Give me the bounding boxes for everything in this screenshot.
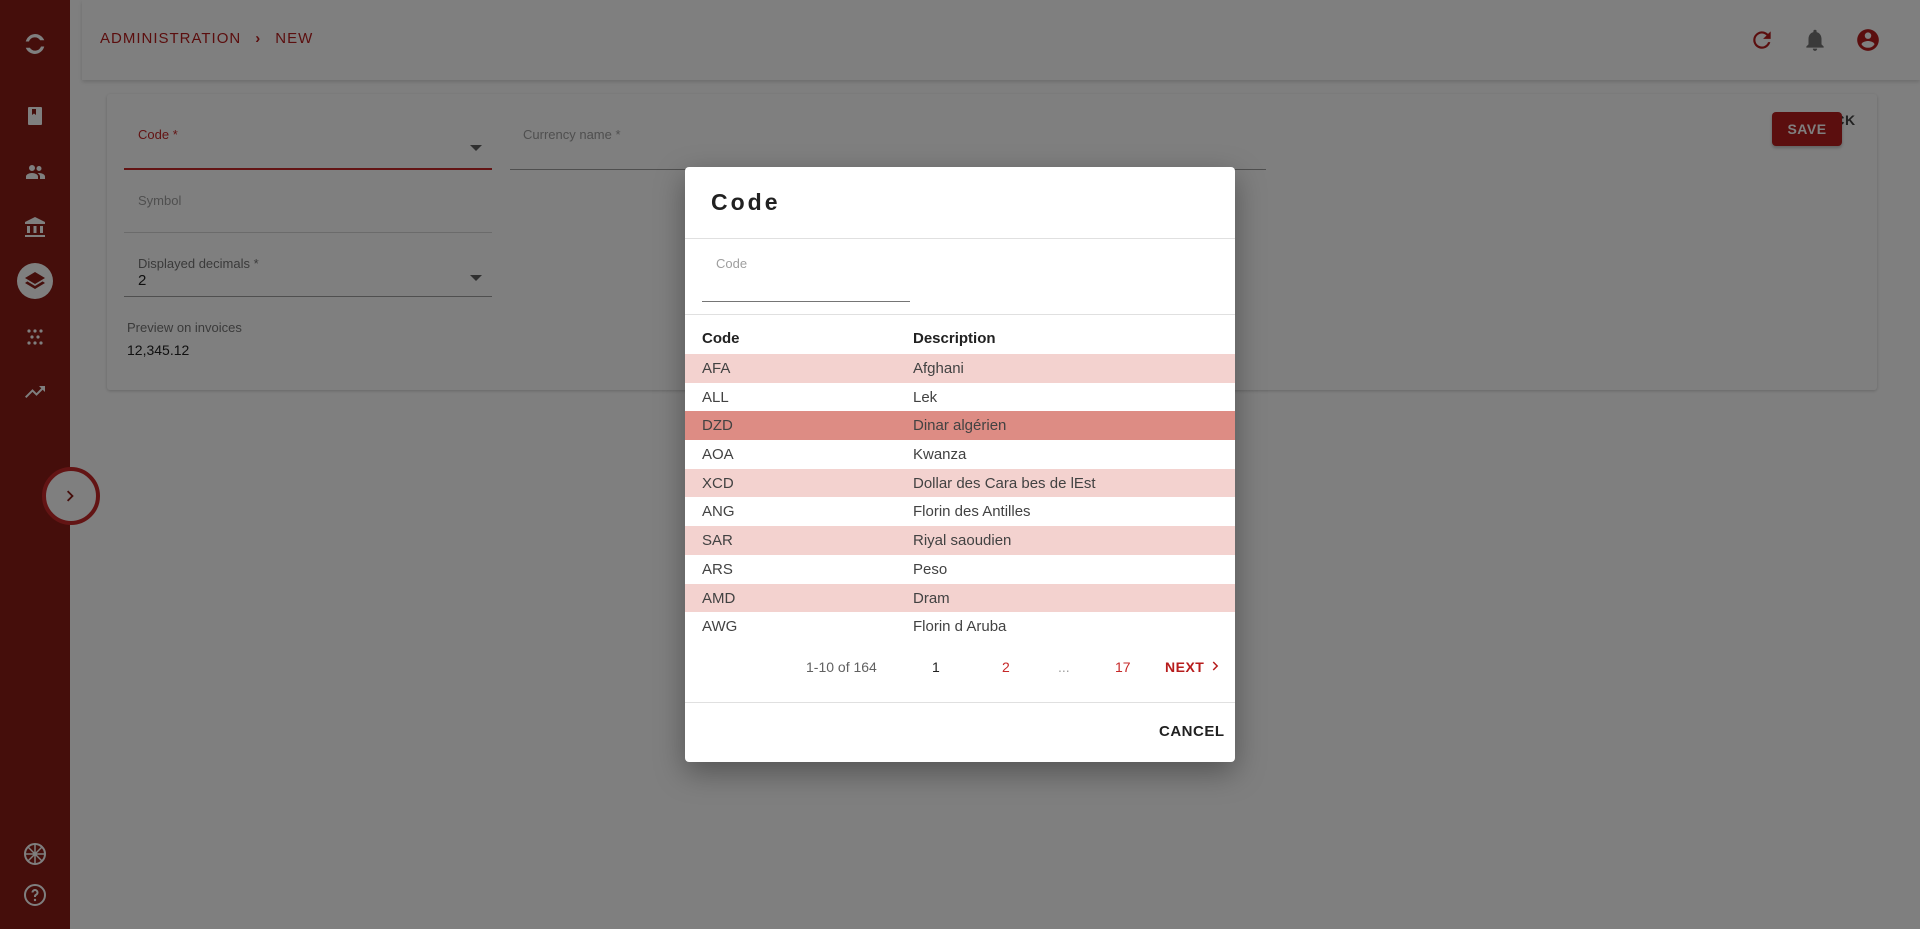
table-row[interactable]: AMD Dram <box>685 583 1235 613</box>
column-header-code[interactable]: Code <box>702 330 740 347</box>
next-page-button[interactable]: NEXT <box>1165 659 1225 675</box>
code-table-body: AFA Afghani ALL Lek DZD Dinar algérien AOA K… <box>685 354 1235 641</box>
dialog-divider <box>685 238 1235 239</box>
page-2-button[interactable]: 2 <box>1002 659 1010 675</box>
table-row[interactable]: AWG Florin d Aruba <box>685 612 1235 641</box>
table-row[interactable]: AFA Afghani <box>685 354 1235 383</box>
dialog-divider <box>685 314 1235 315</box>
table-row[interactable]: ARS Peso <box>685 555 1235 584</box>
next-page-label: NEXT <box>1165 659 1205 675</box>
cancel-button[interactable]: CANCEL <box>1159 723 1225 740</box>
column-header-description[interactable]: Description <box>913 330 996 347</box>
chevron-right-icon <box>1213 661 1219 671</box>
page-17-button[interactable]: 17 <box>1115 659 1131 675</box>
dialog-title: Code <box>711 189 781 215</box>
table-row[interactable]: SAR Riyal saoudien <box>685 526 1235 555</box>
code-filter-label: Code <box>716 256 748 271</box>
dialog-divider <box>685 702 1235 703</box>
code-picker-dialog: Code Code Code Description AFA Afghani AL… <box>685 167 1235 762</box>
pagination: 1-10 of 164 1 2 ... 17 NEXT <box>685 659 1235 679</box>
table-row[interactable]: ALL Lek <box>685 383 1235 412</box>
table-row[interactable]: AOA Kwanza <box>685 440 1235 469</box>
table-row[interactable]: ANG Florin des Antilles <box>685 497 1235 526</box>
page-1-button[interactable]: 1 <box>932 659 940 675</box>
table-row-selected[interactable]: DZD Dinar algérien <box>685 411 1235 441</box>
pagination-info: 1-10 of 164 <box>806 659 877 675</box>
table-row[interactable]: XCD Dollar des Cara bes de lEst <box>685 468 1235 498</box>
code-filter-input[interactable]: Code <box>702 256 910 302</box>
pagination-ellipsis: ... <box>1058 659 1070 675</box>
